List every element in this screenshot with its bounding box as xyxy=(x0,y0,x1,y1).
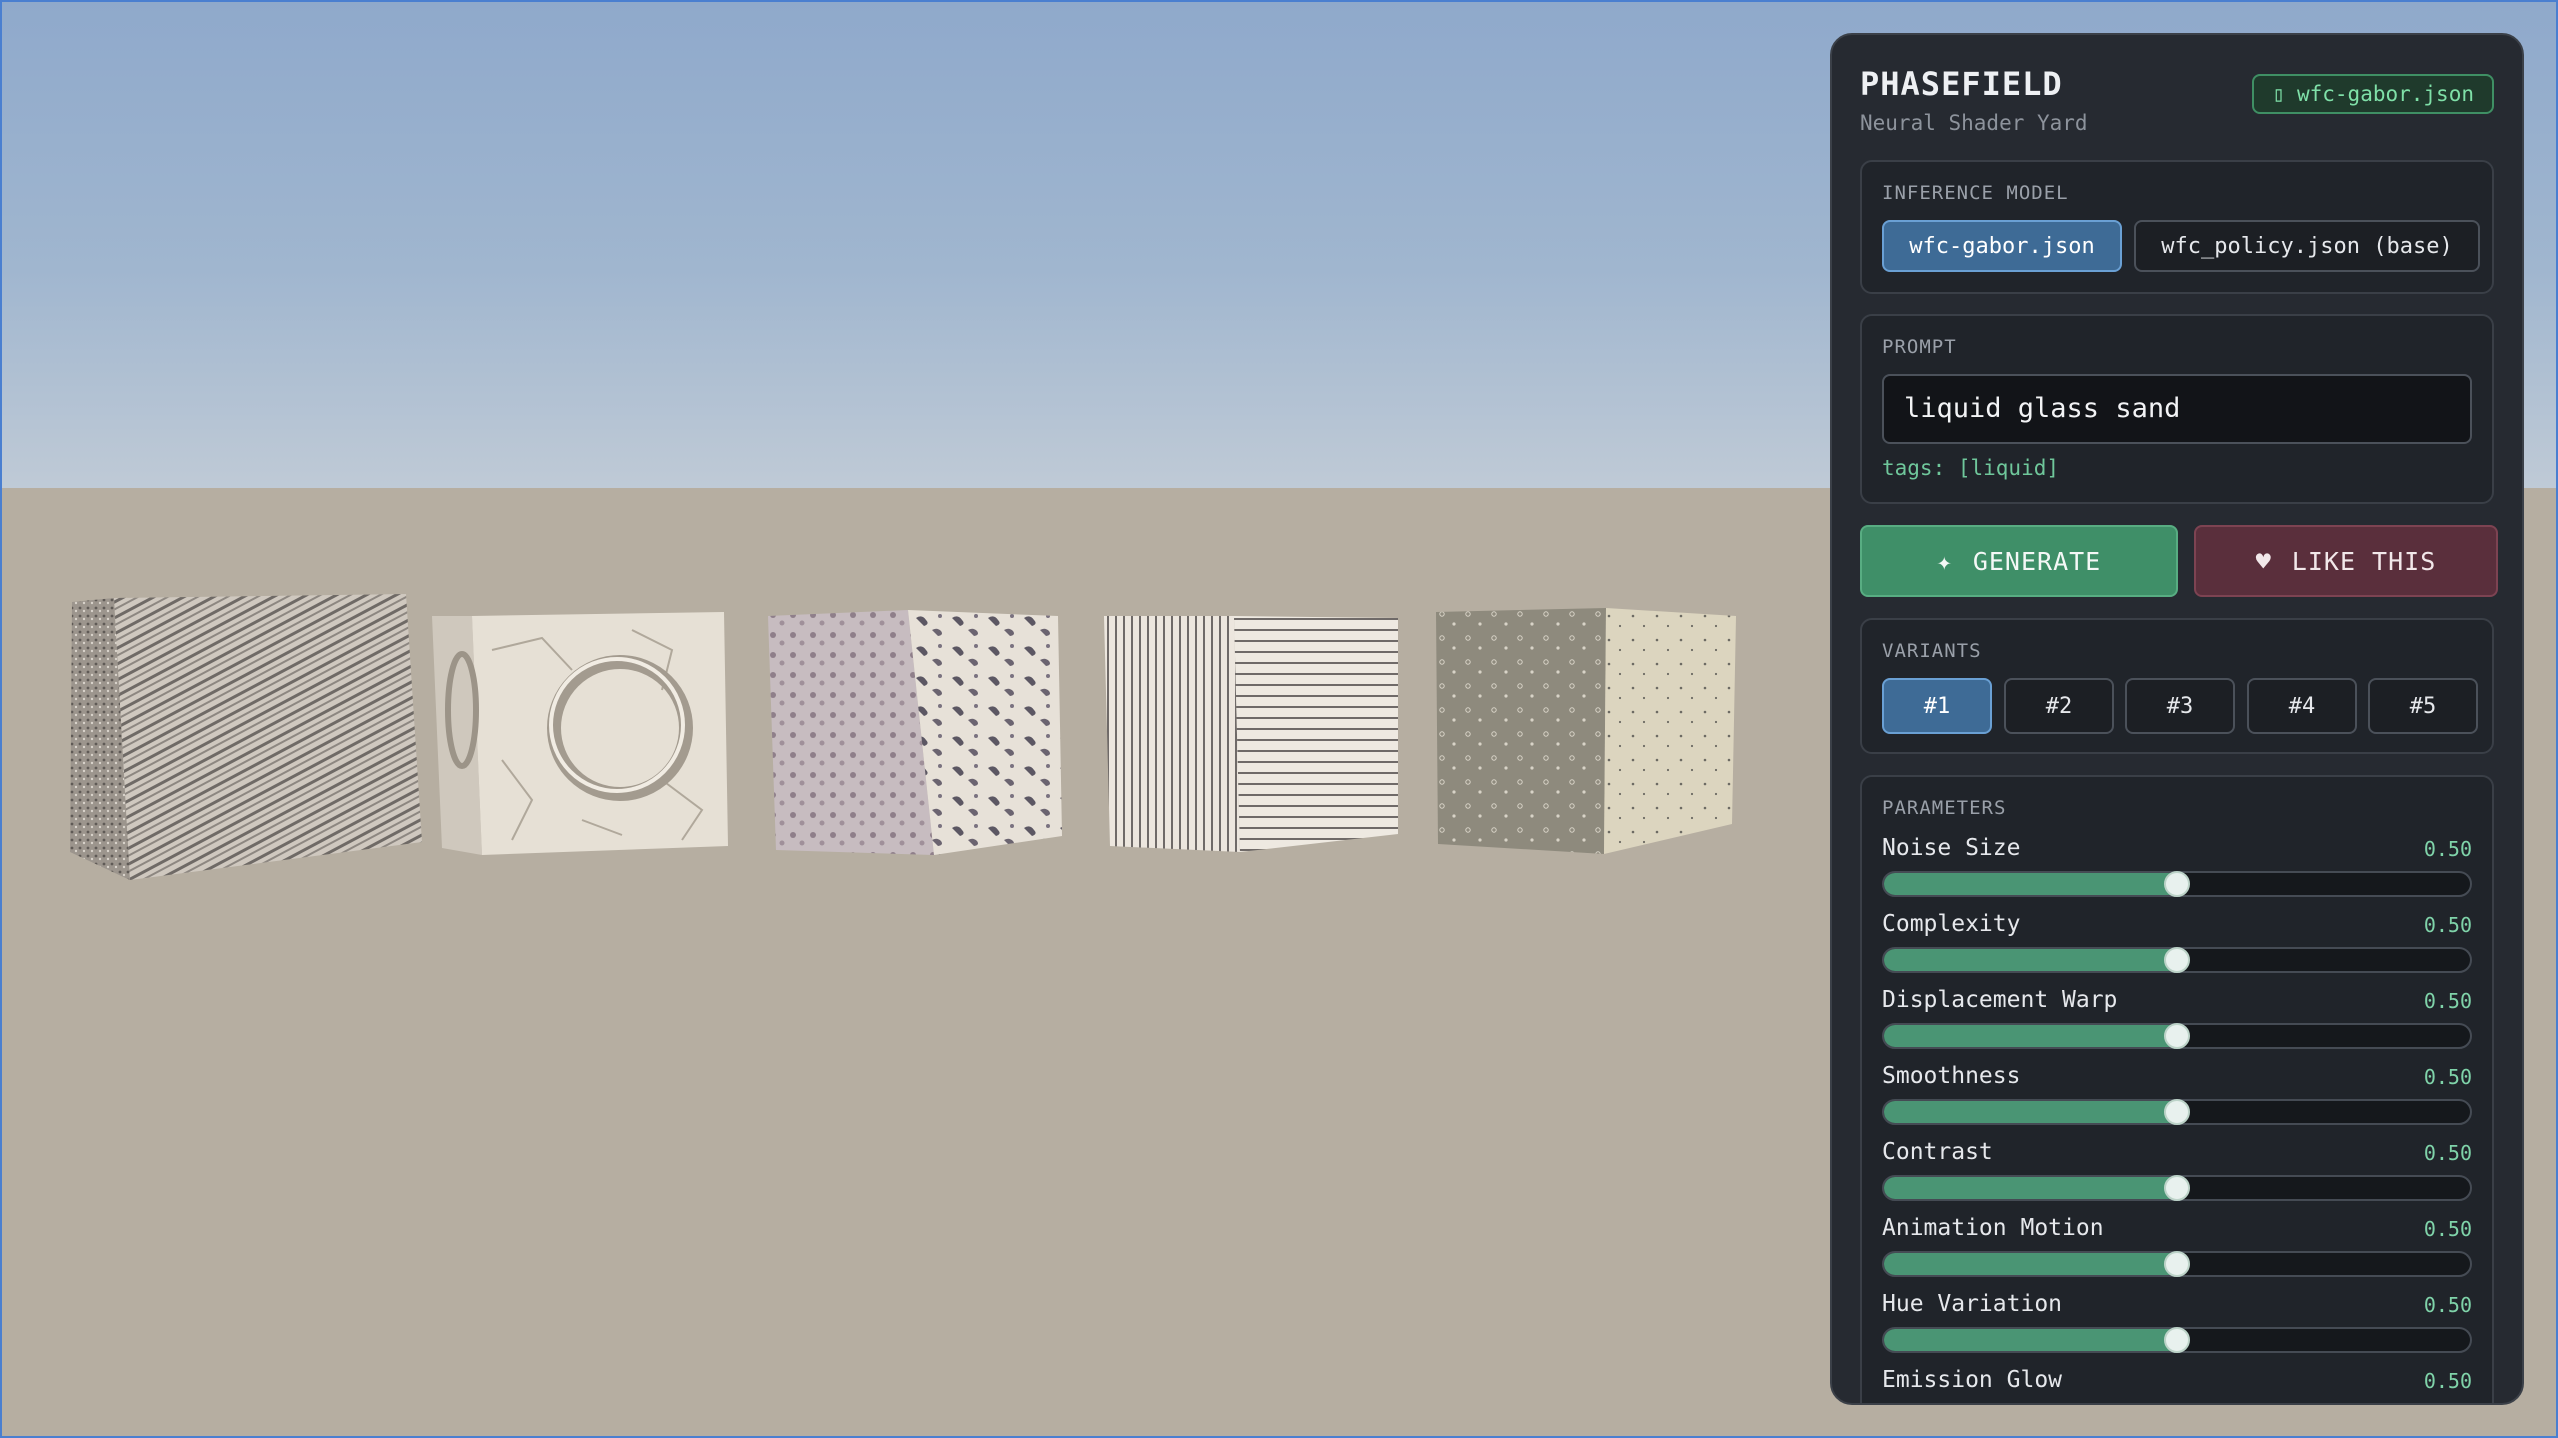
generate-label: GENERATE xyxy=(1972,546,2102,576)
param-value: 0.50 xyxy=(2423,1065,2472,1089)
param-name: Animation Motion xyxy=(1882,1215,2104,1241)
generate-button[interactable]: ✦ GENERATE xyxy=(1860,525,2178,597)
slider-thumb[interactable] xyxy=(2164,1175,2190,1201)
active-model-badge: ▯ wfc-gabor.json xyxy=(2252,74,2494,114)
param-name: Hue Variation xyxy=(1882,1291,2063,1317)
sparkle-icon: ✦ xyxy=(1936,546,1953,576)
heart-icon: ♥ xyxy=(2255,546,2272,576)
variant-3-button[interactable]: #3 xyxy=(2125,678,2235,734)
inference-model-section: INFERENCE MODEL wfc-gabor.json wfc_polic… xyxy=(1860,160,2494,294)
param-row-contrast: Contrast 0.50 xyxy=(1882,1139,2472,1209)
param-slider[interactable] xyxy=(1882,1327,2472,1353)
control-panel: PHASEFIELD Neural Shader Yard ▯ wfc-gabo… xyxy=(1830,33,2524,1405)
param-name: Complexity xyxy=(1882,911,2021,937)
param-name: Smoothness xyxy=(1882,1063,2021,1089)
variant-5-button[interactable]: #5 xyxy=(2368,678,2478,734)
variants-section: VARIANTS #1 #2 #3 #4 #5 xyxy=(1860,618,2494,754)
param-value: 0.50 xyxy=(2423,1369,2472,1393)
param-row-noise-size: Noise Size 0.50 xyxy=(1882,835,2472,905)
variant-2-button[interactable]: #2 xyxy=(2004,678,2114,734)
slider-fill xyxy=(1884,1177,2177,1199)
slider-thumb[interactable] xyxy=(2164,871,2190,897)
param-name: Displacement Warp xyxy=(1882,987,2118,1013)
prompt-input[interactable]: liquid glass sand xyxy=(1882,374,2472,444)
parameters-section: PARAMETERS Noise Size 0.50 Complexity 0.50 D… xyxy=(1860,775,2494,1405)
section-label: INFERENCE MODEL xyxy=(1882,182,2069,204)
slider-fill xyxy=(1884,1025,2177,1047)
param-row-emission-glow: Emission Glow 0.50 xyxy=(1882,1367,2472,1405)
shader-cube-4[interactable] xyxy=(1104,614,1404,854)
app-subtitle: Neural Shader Yard xyxy=(1860,111,2088,135)
param-name: Noise Size xyxy=(1882,835,2021,861)
param-row-displacement-warp: Displacement Warp 0.50 xyxy=(1882,987,2472,1057)
param-name: Emission Glow xyxy=(1882,1367,2063,1393)
param-slider[interactable] xyxy=(1882,947,2472,973)
slider-fill xyxy=(1884,1253,2177,1275)
param-value: 0.50 xyxy=(2423,989,2472,1013)
model-option-wfc-gabor[interactable]: wfc-gabor.json xyxy=(1882,220,2122,272)
param-slider[interactable] xyxy=(1882,1175,2472,1201)
slider-thumb[interactable] xyxy=(2164,1023,2190,1049)
slider-fill xyxy=(1884,949,2177,971)
section-label: PARAMETERS xyxy=(1882,797,2007,819)
like-button[interactable]: ♥ LIKE THIS xyxy=(2194,525,2498,597)
model-option-wfc-policy[interactable]: wfc_policy.json (base) xyxy=(2134,220,2480,272)
param-row-animation-motion: Animation Motion 0.50 xyxy=(1882,1215,2472,1285)
shader-cube-5[interactable] xyxy=(1436,608,1738,854)
param-slider[interactable] xyxy=(1882,871,2472,897)
param-value: 0.50 xyxy=(2423,913,2472,937)
param-slider[interactable] xyxy=(1882,1403,2472,1405)
prompt-tags: tags: [liquid] xyxy=(1882,456,2060,480)
param-value: 0.50 xyxy=(2423,1141,2472,1165)
param-value: 0.50 xyxy=(2423,837,2472,861)
param-slider[interactable] xyxy=(1882,1099,2472,1125)
file-icon: ▯ xyxy=(2272,82,2285,106)
slider-thumb[interactable] xyxy=(2164,1099,2190,1125)
slider-fill xyxy=(1884,1101,2177,1123)
slider-thumb[interactable] xyxy=(2164,1327,2190,1353)
variant-1-button[interactable]: #1 xyxy=(1882,678,1992,734)
param-slider[interactable] xyxy=(1882,1251,2472,1277)
variant-4-button[interactable]: #4 xyxy=(2247,678,2357,734)
slider-thumb[interactable] xyxy=(2164,947,2190,973)
slider-thumb[interactable] xyxy=(2164,1403,2190,1405)
slider-thumb[interactable] xyxy=(2164,1251,2190,1277)
shader-cube-3[interactable] xyxy=(768,610,1068,855)
section-label: VARIANTS xyxy=(1882,640,1982,662)
param-row-complexity: Complexity 0.50 xyxy=(1882,911,2472,981)
slider-fill xyxy=(1884,1329,2177,1351)
shader-cube-1[interactable] xyxy=(70,590,426,880)
param-slider[interactable] xyxy=(1882,1023,2472,1049)
slider-fill xyxy=(1884,873,2177,895)
shader-cube-2[interactable] xyxy=(432,610,732,855)
like-label: LIKE THIS xyxy=(2291,546,2437,576)
param-row-smoothness: Smoothness 0.50 xyxy=(1882,1063,2472,1133)
param-row-hue-variation: Hue Variation 0.50 xyxy=(1882,1291,2472,1361)
param-value: 0.50 xyxy=(2423,1217,2472,1241)
prompt-section: PROMPT liquid glass sand tags: [liquid] xyxy=(1860,314,2494,504)
param-name: Contrast xyxy=(1882,1139,1993,1165)
panel-header: PHASEFIELD Neural Shader Yard ▯ wfc-gabo… xyxy=(1860,65,2494,165)
param-value: 0.50 xyxy=(2423,1293,2472,1317)
active-model-label: wfc-gabor.json xyxy=(2296,82,2474,106)
section-label: PROMPT xyxy=(1882,336,1957,358)
